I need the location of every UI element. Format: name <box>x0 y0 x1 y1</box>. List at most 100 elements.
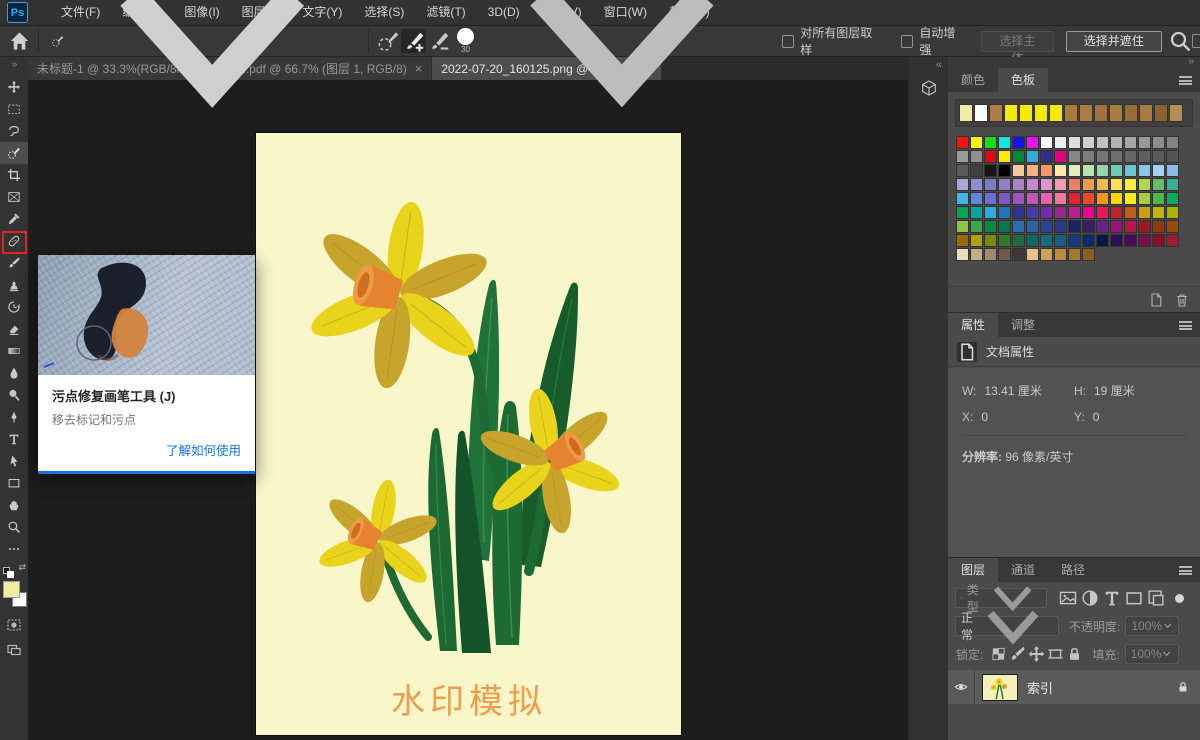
swatch[interactable] <box>1082 150 1095 163</box>
swatch[interactable] <box>1082 136 1095 149</box>
swatch[interactable] <box>1040 220 1053 233</box>
layer-visibility-eye-icon[interactable] <box>948 670 975 704</box>
fill-select[interactable]: 100% <box>1125 644 1179 664</box>
swatch[interactable] <box>984 164 997 177</box>
swatch[interactable] <box>1012 248 1025 261</box>
recent-swatch[interactable] <box>1004 104 1018 122</box>
swatch[interactable] <box>1026 192 1039 205</box>
swatch[interactable] <box>956 248 969 261</box>
swatch[interactable] <box>1068 136 1081 149</box>
swatch[interactable] <box>1138 192 1151 205</box>
swatch[interactable] <box>1096 178 1109 191</box>
recent-swatch[interactable] <box>1169 104 1183 122</box>
swatch[interactable] <box>970 192 983 205</box>
dock-collapse-chevrons[interactable]: « <box>909 57 948 71</box>
swatch[interactable] <box>956 178 969 191</box>
swatch[interactable] <box>1054 234 1067 247</box>
swatch[interactable] <box>984 220 997 233</box>
swatch[interactable] <box>970 150 983 163</box>
recent-swatch[interactable] <box>989 104 1003 122</box>
swatch[interactable] <box>1012 150 1025 163</box>
swatch[interactable] <box>984 150 997 163</box>
swatch[interactable] <box>1068 248 1081 261</box>
opacity-select[interactable]: 100% <box>1125 616 1179 636</box>
swatch[interactable] <box>1082 206 1095 219</box>
swatch[interactable] <box>1152 206 1165 219</box>
swatch[interactable] <box>1110 178 1123 191</box>
blur-tool[interactable] <box>0 362 28 384</box>
swatch[interactable] <box>1054 192 1067 205</box>
swatch[interactable] <box>1068 206 1081 219</box>
swatch[interactable] <box>1152 192 1165 205</box>
delete-swatch-icon[interactable] <box>1174 292 1190 308</box>
swatch[interactable] <box>1138 150 1151 163</box>
swatch[interactable] <box>1096 150 1109 163</box>
swatch[interactable] <box>1096 164 1109 177</box>
swatch[interactable] <box>1040 178 1053 191</box>
swatch[interactable] <box>1138 206 1151 219</box>
swatch[interactable] <box>1110 220 1123 233</box>
path-selection-tool[interactable] <box>0 450 28 472</box>
recent-swatch[interactable] <box>1094 104 1108 122</box>
swatch[interactable] <box>1096 192 1109 205</box>
swatch[interactable] <box>998 206 1011 219</box>
panel-menu-icon[interactable] <box>1179 321 1192 330</box>
swatch[interactable] <box>1054 136 1067 149</box>
swatch[interactable] <box>1040 150 1053 163</box>
dodge-tool[interactable] <box>0 384 28 406</box>
swatch[interactable] <box>1026 234 1039 247</box>
swatch[interactable] <box>984 178 997 191</box>
swatch[interactable] <box>998 220 1011 233</box>
select-subject-button[interactable]: 选择主体 <box>981 31 1053 52</box>
close-icon[interactable]: × <box>415 61 423 76</box>
swatch[interactable] <box>1068 164 1081 177</box>
swatch[interactable] <box>998 164 1011 177</box>
tab-color[interactable]: 颜色 <box>948 68 998 92</box>
swatch[interactable] <box>1040 248 1053 261</box>
object-selection-tool[interactable] <box>0 142 28 164</box>
swatch[interactable] <box>998 234 1011 247</box>
swatch[interactable] <box>1096 206 1109 219</box>
swatch[interactable] <box>1054 164 1067 177</box>
history-brush-tool[interactable] <box>0 296 28 318</box>
swatch[interactable] <box>1082 178 1095 191</box>
swatch[interactable] <box>1152 178 1165 191</box>
swatch[interactable] <box>1124 178 1137 191</box>
search-icon[interactable] <box>1168 29 1192 53</box>
swatch[interactable] <box>970 164 983 177</box>
brush-size-picker[interactable]: 30 <box>457 0 766 185</box>
swatch[interactable] <box>984 248 997 261</box>
swatch[interactable] <box>1166 178 1179 191</box>
recent-swatch[interactable] <box>1154 104 1168 122</box>
swatch[interactable] <box>1124 220 1137 233</box>
swatch[interactable] <box>1152 234 1165 247</box>
learn-how-link[interactable]: 了解如何使用 <box>52 440 241 459</box>
swatch[interactable] <box>1124 206 1137 219</box>
brush-tool[interactable] <box>0 252 28 274</box>
swatch[interactable] <box>970 178 983 191</box>
recent-swatch[interactable] <box>1064 104 1078 122</box>
swatch[interactable] <box>956 234 969 247</box>
more-tools[interactable] <box>0 538 28 560</box>
new-swatch-icon[interactable] <box>1148 292 1164 308</box>
swatch[interactable] <box>1110 234 1123 247</box>
toolbar-expand-chevrons[interactable]: » <box>0 57 28 75</box>
panel-menu-icon[interactable] <box>1179 566 1192 575</box>
swatch[interactable] <box>1124 192 1137 205</box>
recent-swatch[interactable] <box>1124 104 1138 122</box>
swatch[interactable] <box>1110 164 1123 177</box>
swatch[interactable] <box>1096 220 1109 233</box>
swap-colors-icon[interactable]: ⇄ <box>18 562 26 573</box>
zoom-tool[interactable] <box>0 516 28 538</box>
crop-tool[interactable] <box>0 164 28 186</box>
swatch[interactable] <box>970 234 983 247</box>
swatch[interactable] <box>1152 220 1165 233</box>
swatch[interactable] <box>1012 220 1025 233</box>
swatch[interactable] <box>1068 234 1081 247</box>
swatch[interactable] <box>1054 150 1067 163</box>
lock-pixels-icon[interactable] <box>1008 645 1027 663</box>
swatch[interactable] <box>1110 206 1123 219</box>
swatch[interactable] <box>984 206 997 219</box>
home-icon[interactable] <box>8 29 31 53</box>
swatch[interactable] <box>1138 178 1151 191</box>
